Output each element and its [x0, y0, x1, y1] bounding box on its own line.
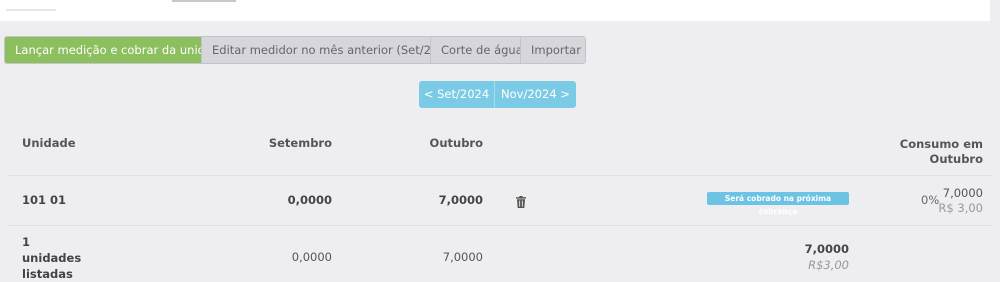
tab-bar: Lançar medição e cobrar da unidade Edita…: [4, 36, 586, 64]
next-month-button[interactable]: Nov/2024 >: [495, 81, 576, 108]
month-navigation: < Set/2024 Nov/2024 >: [419, 81, 576, 108]
row-outubro-value: 7,0000: [438, 193, 483, 207]
summary-label-line3: listadas: [22, 267, 73, 281]
summary-count: 1: [22, 235, 31, 249]
col-header-outubro: Outubro: [429, 136, 483, 150]
summary-total-amount: R$3,00: [808, 258, 849, 272]
summary-total-consumption: 7,0000: [804, 242, 849, 256]
summary-setembro: 0,0000: [291, 250, 332, 264]
top-panel-field: [6, 9, 56, 11]
row-setembro-value: 0,0000: [287, 193, 332, 207]
summary-outubro: 7,0000: [442, 250, 483, 264]
row-divider: [8, 225, 992, 226]
col-header-unidade: Unidade: [22, 136, 76, 150]
col-header-consumo-line1: Consumo em: [899, 137, 983, 151]
row-unit: 101 01: [22, 193, 67, 207]
top-panel: [0, 0, 990, 21]
row-consumption: 7,0000: [942, 186, 983, 200]
summary-label-line2: unidades: [22, 251, 82, 265]
col-header-setembro: Setembro: [268, 136, 332, 150]
tab-corte-agua[interactable]: Corte de água: [430, 37, 523, 63]
row-amount: R$ 3,00: [938, 201, 983, 215]
tab-importar[interactable]: Importar: [520, 37, 585, 63]
prev-month-button[interactable]: < Set/2024: [419, 81, 495, 108]
row-divider: [8, 175, 992, 176]
tab-lancar-medicao[interactable]: Lançar medição e cobrar da unidade: [5, 37, 226, 63]
col-header-consumo-line2: Outubro: [929, 152, 983, 166]
top-panel-field-underline: [172, 0, 236, 2]
trash-icon[interactable]: [516, 196, 526, 208]
status-badge: Será cobrado na próxima cobrança: [707, 192, 849, 216]
tab-editar-medidor[interactable]: Editar medidor no mês anterior (Set/2024…: [201, 37, 457, 63]
